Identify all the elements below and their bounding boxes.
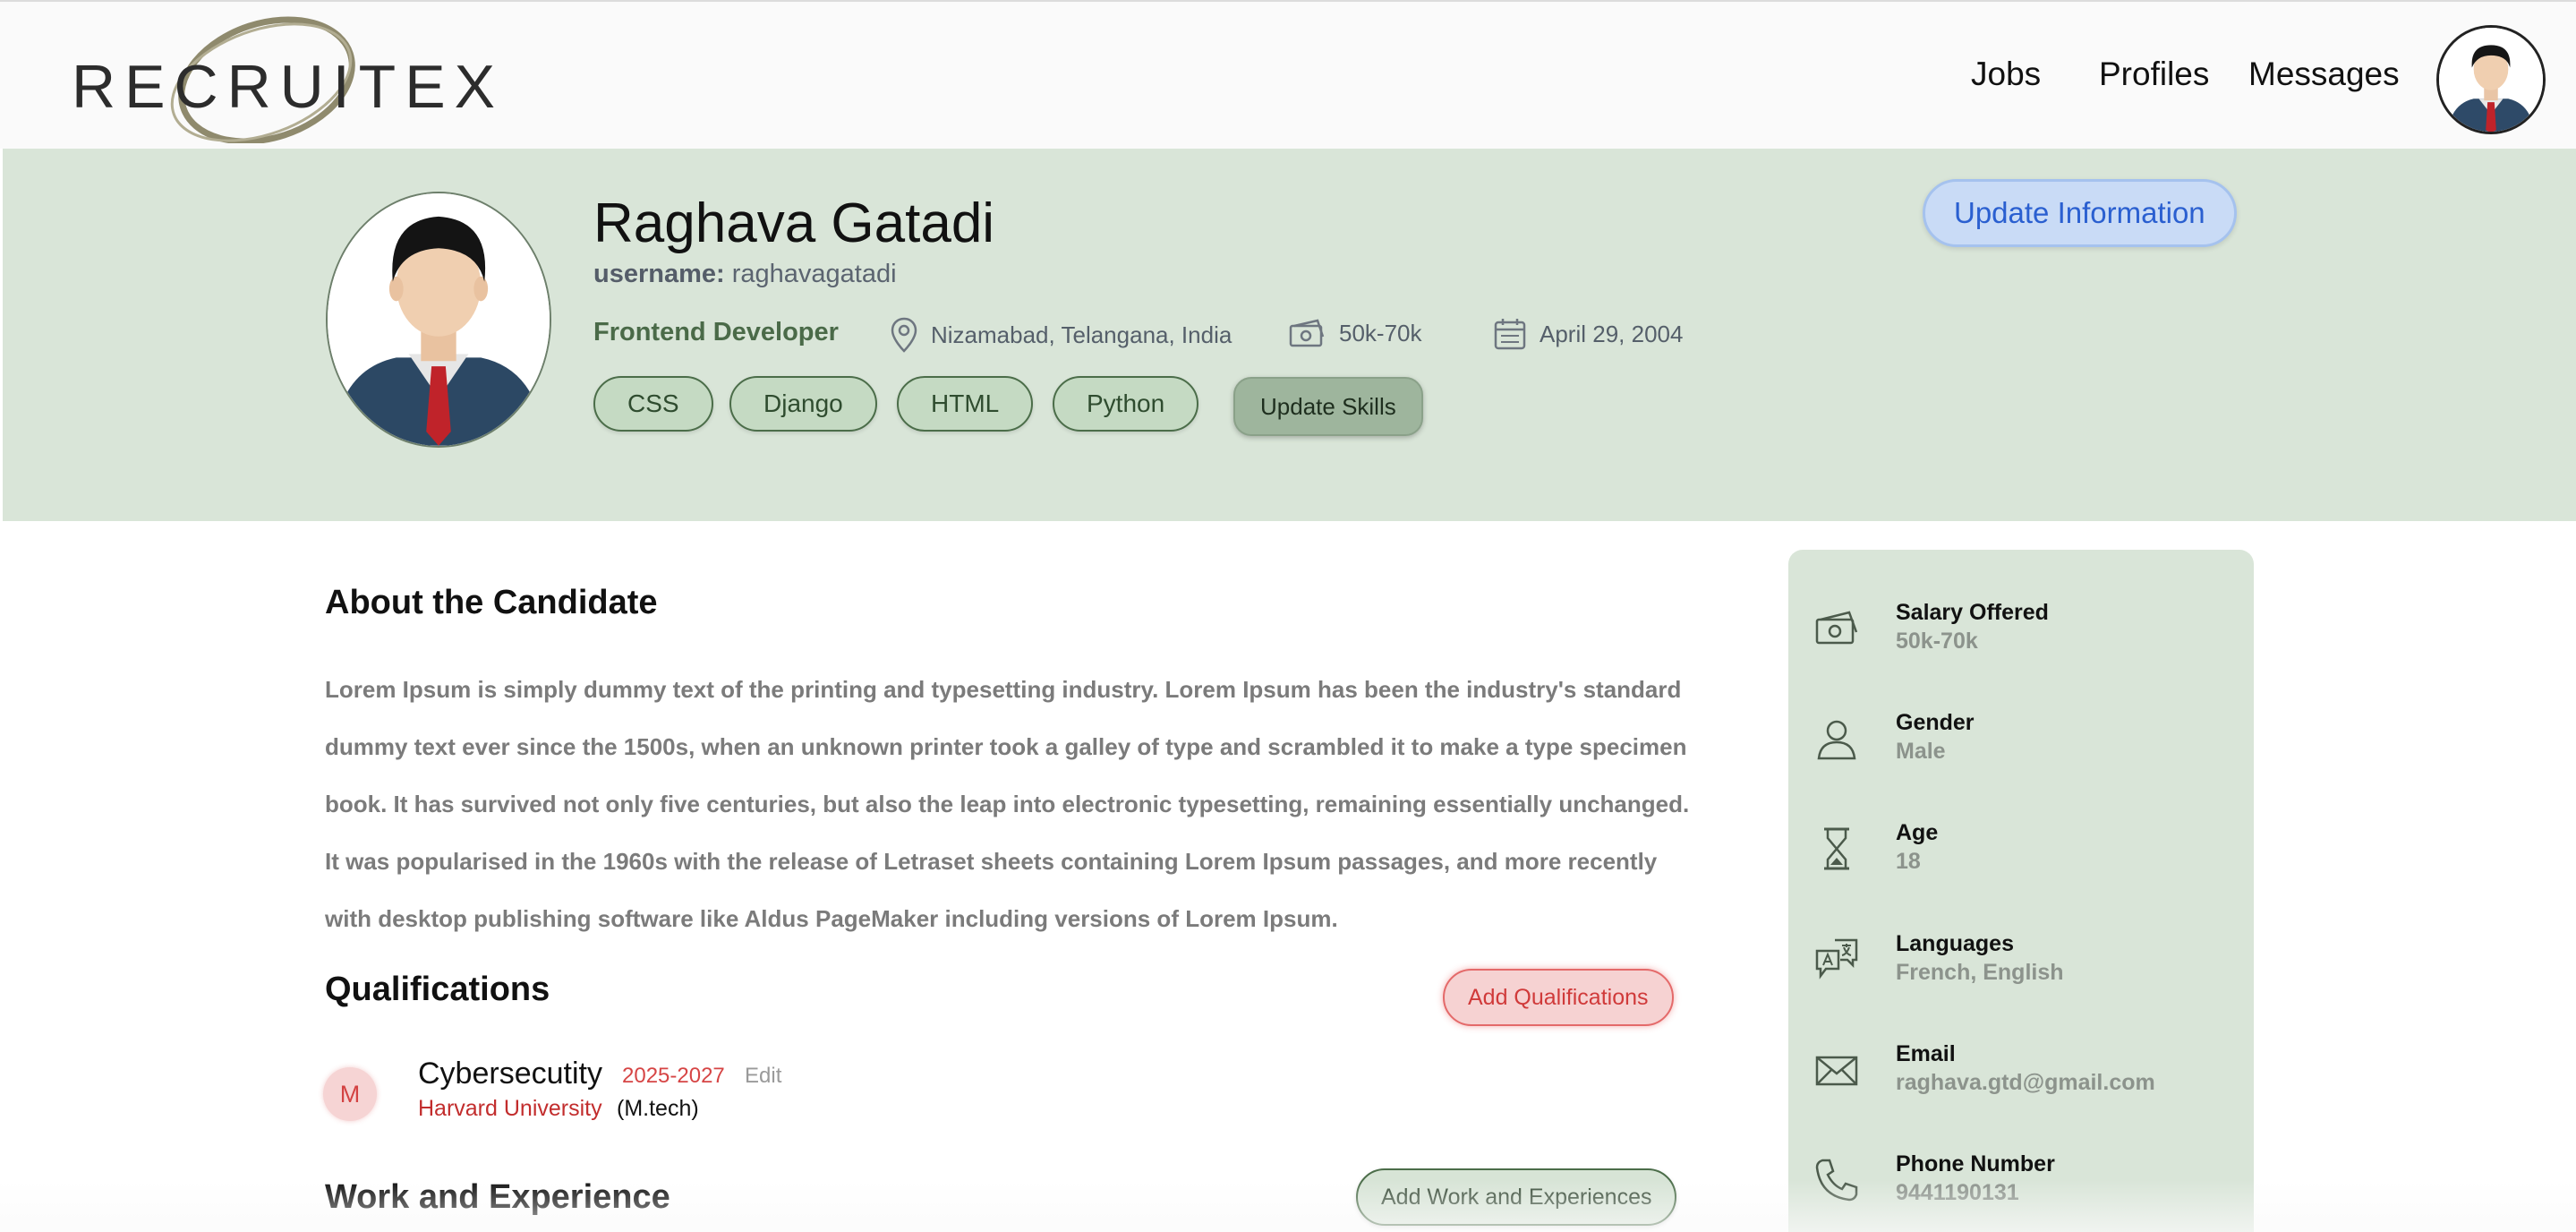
location-text: Nizamabad, Telangana, India (931, 321, 1233, 348)
add-work-button[interactable]: Add Work and Experiences (1356, 1168, 1677, 1226)
avatar-man-icon (2439, 28, 2543, 132)
detail-label: Email (1896, 1041, 1956, 1066)
detail-languages: Languages French, English (1788, 931, 2254, 1035)
qualification-degree: (M.tech) (617, 1096, 699, 1121)
username-label: username: (593, 260, 725, 288)
update-information-button[interactable]: Update Information (1923, 179, 2237, 247)
qualification-badge: M (323, 1067, 377, 1121)
translate-icon (1815, 938, 1858, 980)
detail-value: 50k-70k (1896, 629, 1978, 654)
recruitex-logo[interactable]: RECRUITEX (72, 14, 495, 143)
skill-tag-html[interactable]: HTML (897, 376, 1034, 432)
skill-tag-css[interactable]: CSS (593, 376, 713, 432)
detail-gender: Gender Male (1788, 710, 2254, 814)
nav-link-profiles[interactable]: Profiles (2099, 56, 2209, 93)
skill-tag-python[interactable]: Python (1053, 376, 1199, 432)
profile-role: Frontend Developer (593, 318, 839, 346)
profile-salary: 50k-70k (1289, 317, 1422, 349)
money-icon (1815, 611, 1858, 645)
salary-text: 50k-70k (1339, 319, 1422, 346)
detail-value: French, English (1896, 960, 2064, 985)
skill-tag-django[interactable]: Django (729, 376, 877, 432)
profile-dob: April 29, 2004 (1493, 317, 1683, 351)
calendar-icon (1494, 319, 1526, 350)
detail-value: 18 (1896, 849, 1921, 874)
add-qualifications-button[interactable]: Add Qualifications (1443, 969, 1674, 1026)
map-pin-icon (891, 317, 917, 353)
phone-icon (1815, 1159, 1858, 1202)
detail-label: Languages (1896, 931, 2014, 956)
qualifications-heading: Qualifications (325, 971, 550, 1008)
qualification-title: Cybersecutity (418, 1057, 602, 1091)
nav-link-messages[interactable]: Messages (2248, 56, 2400, 93)
profile-photo (326, 192, 551, 448)
detail-value: Male (1896, 739, 1946, 764)
detail-phone: Phone Number 9441190131 (1788, 1151, 2254, 1232)
user-avatar[interactable] (2436, 25, 2546, 134)
qualification-university: Harvard University (418, 1096, 602, 1121)
profile-name: Raghava Gatadi (593, 192, 995, 254)
detail-salary: Salary Offered 50k-70k (1788, 600, 2254, 704)
detail-label: Gender (1896, 710, 1975, 735)
profile-username: username: raghavagatadi (593, 260, 897, 289)
money-icon (1289, 319, 1325, 347)
detail-label: Salary Offered (1896, 600, 2049, 625)
work-heading: Work and Experience (325, 1178, 670, 1216)
detail-age: Age 18 (1788, 820, 2254, 924)
user-icon (1817, 720, 1856, 760)
profile-man-icon (328, 193, 550, 446)
qualification-edit-link[interactable]: Edit (745, 1064, 781, 1089)
qualification-years: 2025-2027 (622, 1064, 725, 1088)
candidate-details-card: Salary Offered 50k-70k Gender Male Age 1… (1788, 550, 2254, 1232)
detail-label: Age (1896, 820, 1939, 845)
detail-email: Email raghava.gtd@gmail.com (1788, 1041, 2254, 1145)
detail-value: raghava.gtd@gmail.com (1896, 1070, 2155, 1095)
detail-value: 9441190131 (1896, 1180, 2019, 1205)
update-skills-button[interactable]: Update Skills (1233, 377, 1423, 436)
logo-text: RECRUITEX (72, 53, 504, 121)
about-text: Lorem Ipsum is simply dummy text of the … (325, 676, 1690, 932)
envelope-icon (1815, 1056, 1858, 1086)
detail-label: Phone Number (1896, 1151, 2055, 1176)
about-heading: About the Candidate (325, 584, 658, 621)
profile-location: Nizamabad, Telangana, India (890, 317, 1232, 353)
top-navbar: RECRUITEX Jobs Profiles Messages (0, 0, 2576, 149)
hourglass-icon (1824, 827, 1849, 870)
dob-text: April 29, 2004 (1540, 320, 1684, 347)
username-value: raghavagatadi (731, 260, 897, 288)
nav-link-jobs[interactable]: Jobs (1971, 56, 2041, 93)
